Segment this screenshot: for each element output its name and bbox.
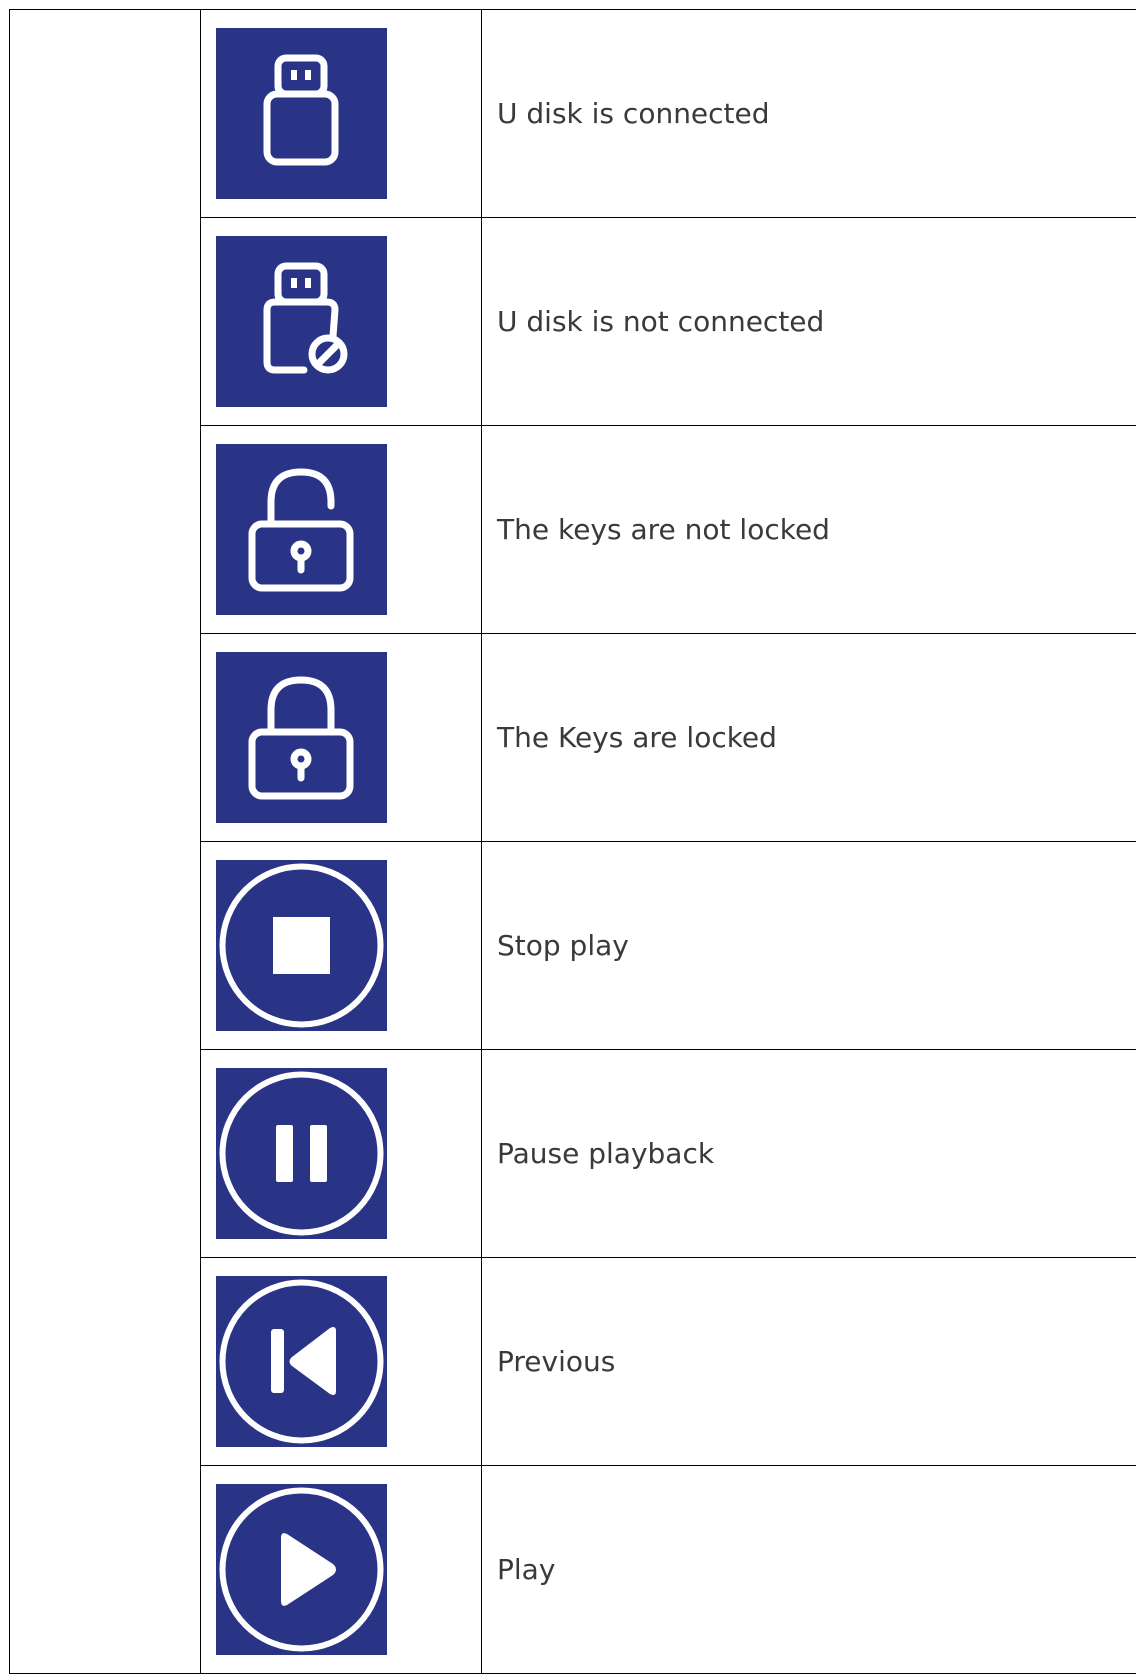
- description-cell: Pause playback: [481, 1049, 1136, 1258]
- icon-description: Play: [497, 1553, 556, 1586]
- description-cell: Play: [481, 1465, 1136, 1674]
- description-cell: Stop play: [481, 841, 1136, 1050]
- padlock-unlocked-icon: [216, 444, 387, 615]
- play-circle-icon: [216, 1484, 387, 1655]
- icon-description: Stop play: [497, 929, 629, 962]
- pause-circle-icon: [216, 1068, 387, 1239]
- icon-description: The Keys are locked: [497, 721, 777, 754]
- icon-cell: [200, 633, 482, 842]
- blank-category-cell: [9, 9, 201, 1674]
- description-cell: U disk is connected: [481, 9, 1136, 218]
- previous-circle-icon: [216, 1276, 387, 1447]
- description-cell: The Keys are locked: [481, 633, 1136, 842]
- icon-legend-table-wrapper: U disk is connected U disk is not connec…: [0, 0, 1136, 1676]
- stop-circle-icon: [216, 860, 387, 1031]
- icon-description: Pause playback: [497, 1137, 715, 1170]
- description-cell: The keys are not locked: [481, 425, 1136, 634]
- usb-drive-icon: [216, 28, 387, 199]
- icon-description: Previous: [497, 1345, 616, 1378]
- icon-cell: [200, 9, 482, 218]
- icon-cell: [200, 841, 482, 1050]
- icon-description: U disk is not connected: [497, 305, 825, 338]
- icon-description: U disk is connected: [497, 97, 770, 130]
- padlock-locked-icon: [216, 652, 387, 823]
- icon-cell: [200, 1257, 482, 1466]
- icon-cell: [200, 425, 482, 634]
- usb-drive-disconnected-icon: [216, 236, 387, 407]
- description-cell: Previous: [481, 1257, 1136, 1466]
- icon-legend-table: U disk is connected U disk is not connec…: [9, 9, 1136, 1674]
- icon-description: The keys are not locked: [497, 513, 830, 546]
- icon-cell: [200, 217, 482, 426]
- description-cell: U disk is not connected: [481, 217, 1136, 426]
- table-row: U disk is connected: [9, 9, 1136, 1674]
- icon-cell: [200, 1465, 482, 1674]
- icon-cell: [200, 1049, 482, 1258]
